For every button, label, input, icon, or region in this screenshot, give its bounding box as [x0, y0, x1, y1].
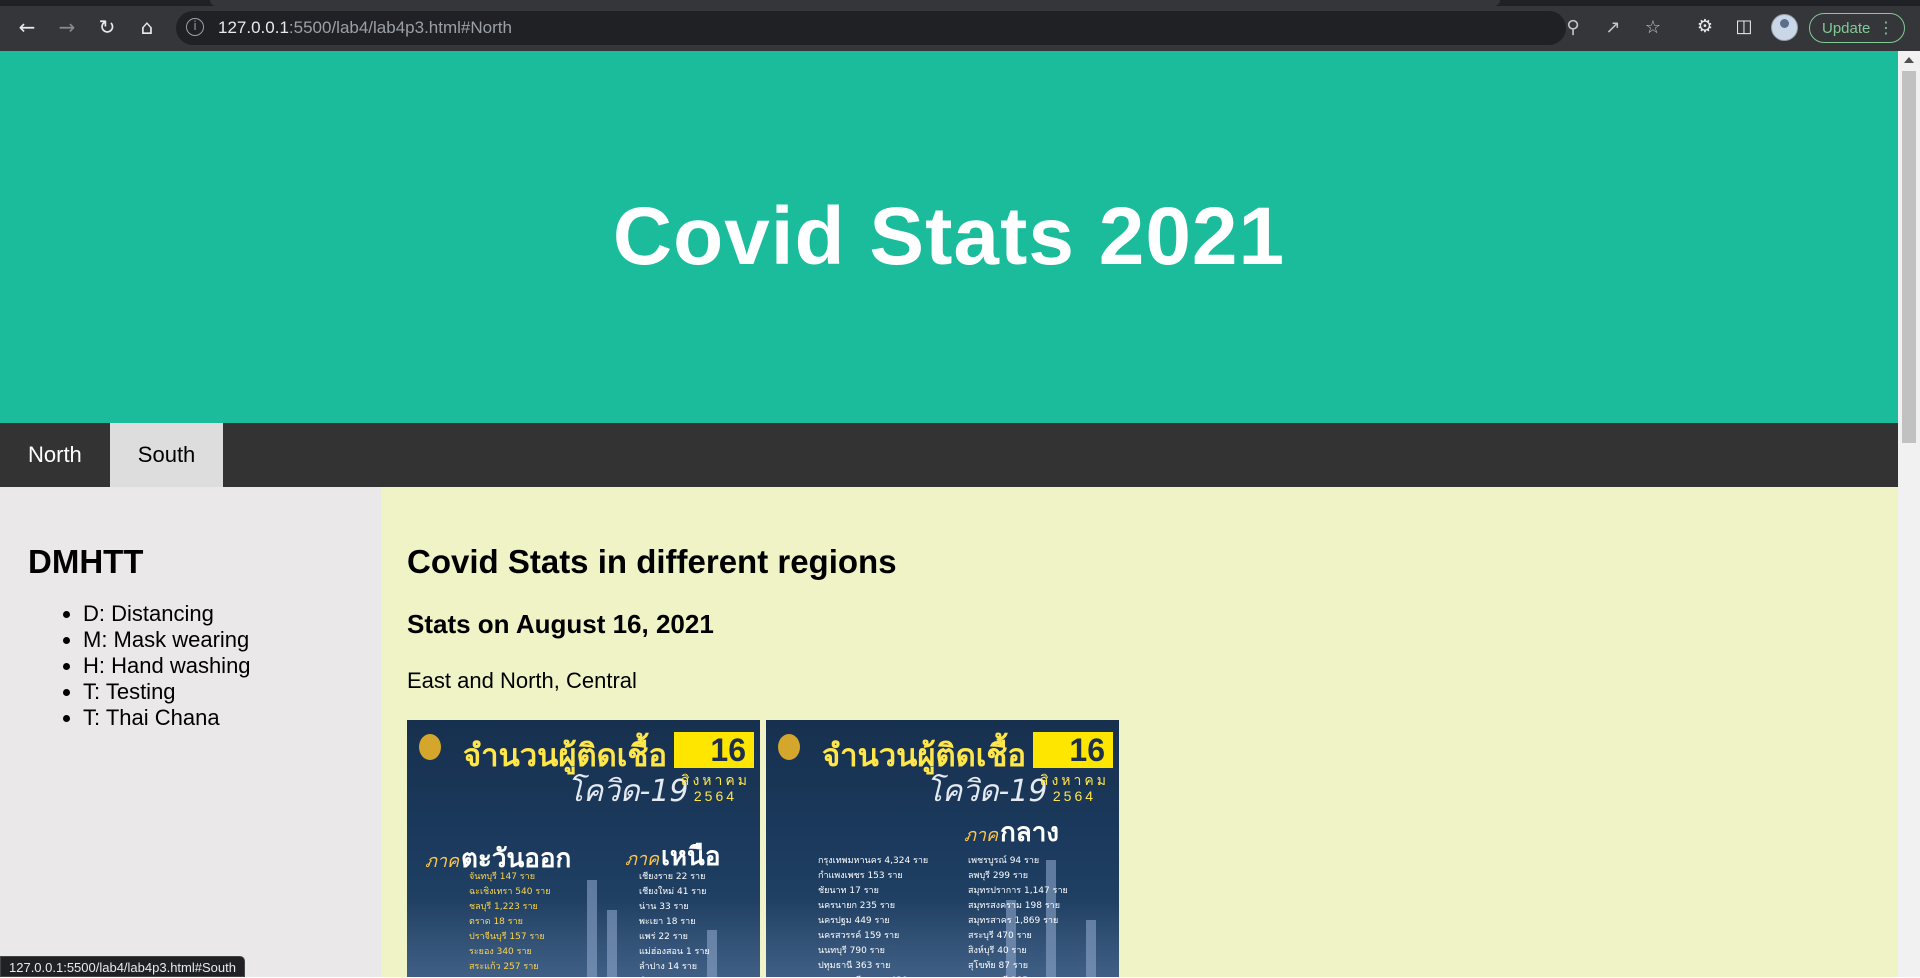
top-nav: North South [0, 423, 1898, 487]
region-prefix: ภาค [425, 851, 460, 872]
list-item: T: Thai Chana [83, 705, 353, 731]
stats-list-central-b: เพชรบูรณ์ 94 ราย ลพบุรี 299 ราย สมุทรปรา… [968, 856, 1068, 977]
poster-subtitle: โควิด-19 [926, 774, 1048, 809]
poster-subtitle: โควิด-19 [567, 774, 689, 809]
reload-icon[interactable]: ↻ [92, 12, 122, 42]
poster-year: 2564 [1052, 788, 1097, 804]
browser-toolbar: ← → ↻ ⌂ i 127.0.0.1:5500/lab4/lab4p3.htm… [0, 0, 1920, 51]
list-item: D: Distancing [83, 601, 353, 627]
region-central: ภาคกลาง [964, 812, 1059, 853]
poster-images: จำนวนผู้ติดเชื้อ 16 โควิด-19 สิงหาคม 2564… [407, 720, 1872, 977]
page-title: Covid Stats 2021 [612, 191, 1286, 282]
poster-date: สิงหาคม 2564 [1040, 772, 1109, 804]
main-title: Covid Stats in different regions [407, 543, 897, 580]
back-icon[interactable]: ← [12, 12, 42, 42]
page-viewport: Covid Stats 2021 North South DMHTT D: Di… [0, 51, 1898, 977]
poster-central: จำนวนผู้ติดเชื้อ 16 โควิด-19 สิงหาคม 2564… [766, 720, 1119, 977]
list-item: M: Mask wearing [83, 627, 353, 653]
update-label: Update [1822, 19, 1871, 37]
dmhtt-list: D: Distancing M: Mask wearing H: Hand wa… [28, 601, 353, 731]
city-tower [587, 880, 597, 977]
stats-list-north: เชียงราย 22 ราย เชียงใหม่ 41 ราย น่าน 33… [639, 872, 710, 972]
government-emblem [778, 734, 800, 760]
url-host: 127.0.0.1 [218, 18, 289, 37]
region-name: เหนือ [661, 842, 721, 872]
regions-text: East and North, Central [407, 668, 637, 693]
active-tab-edge [210, 0, 1500, 6]
sidebar-title: DMHTT [28, 543, 144, 580]
nav-link-north[interactable]: North [0, 423, 110, 487]
side-panel-icon[interactable]: ◫ [1732, 15, 1756, 39]
poster-year: 2564 [693, 788, 738, 804]
poster-month: สิงหาคม [680, 772, 750, 788]
poster-day: 16 [674, 732, 754, 768]
main-content: Covid Stats in different regions Stats o… [381, 487, 1898, 977]
menu-icon[interactable]: ⋮ [1878, 18, 1894, 37]
content-row: DMHTT D: Distancing M: Mask wearing H: H… [0, 487, 1898, 977]
poster-east-north: จำนวนผู้ติดเชื้อ 16 โควิด-19 สิงหาคม 2564… [407, 720, 760, 977]
sidebar: DMHTT D: Distancing M: Mask wearing H: H… [0, 487, 381, 977]
home-icon[interactable]: ⌂ [132, 12, 162, 42]
region-prefix: ภาค [625, 849, 660, 870]
scroll-up-arrow[interactable] [1904, 57, 1914, 63]
city-tower [1086, 920, 1096, 977]
url-text[interactable]: 127.0.0.1:5500/lab4/lab4p3.html#North [218, 18, 512, 38]
nav-link-south[interactable]: South [109, 423, 224, 487]
zoom-icon[interactable]: ⚲ [1561, 16, 1585, 40]
extensions-icon[interactable]: ⚙ [1693, 15, 1717, 39]
share-icon[interactable]: ↗ [1601, 16, 1625, 40]
avatar[interactable] [1771, 14, 1798, 41]
list-item: T: Testing [83, 679, 353, 705]
government-emblem [419, 734, 441, 760]
info-icon[interactable]: i [186, 18, 204, 36]
link-status-bar: 127.0.0.1:5500/lab4/lab4p3.html#South [0, 956, 245, 977]
vertical-scrollbar[interactable] [1898, 51, 1920, 977]
poster-month: สิงหาคม [1039, 772, 1109, 788]
list-item: H: Hand washing [83, 653, 353, 679]
poster-date: สิงหาคม 2564 [681, 772, 750, 804]
city-tower [607, 910, 617, 977]
star-icon[interactable]: ☆ [1641, 16, 1665, 40]
poster-day: 16 [1033, 732, 1113, 768]
address-bar[interactable]: i 127.0.0.1:5500/lab4/lab4p3.html#North … [176, 11, 1661, 45]
region-prefix: ภาค [964, 825, 999, 846]
page-header: Covid Stats 2021 [0, 51, 1898, 423]
forward-icon[interactable]: → [52, 12, 82, 42]
stats-list-east: จันทบุรี 147 ราย ฉะเชิงเทรา 540 ราย ชลบุ… [469, 872, 551, 972]
url-path: :5500/lab4/lab4p3.html#North [288, 18, 512, 37]
update-button[interactable]: Update ⋮ [1809, 13, 1905, 43]
stats-list-central-a: กรุงเทพมหานคร 4,324 ราย กำแพงเพชร 153 รา… [818, 856, 929, 977]
scrollbar-thumb[interactable] [1902, 71, 1916, 443]
main-subtitle: Stats on August 16, 2021 [407, 609, 714, 639]
region-name: กลาง [1000, 818, 1059, 848]
